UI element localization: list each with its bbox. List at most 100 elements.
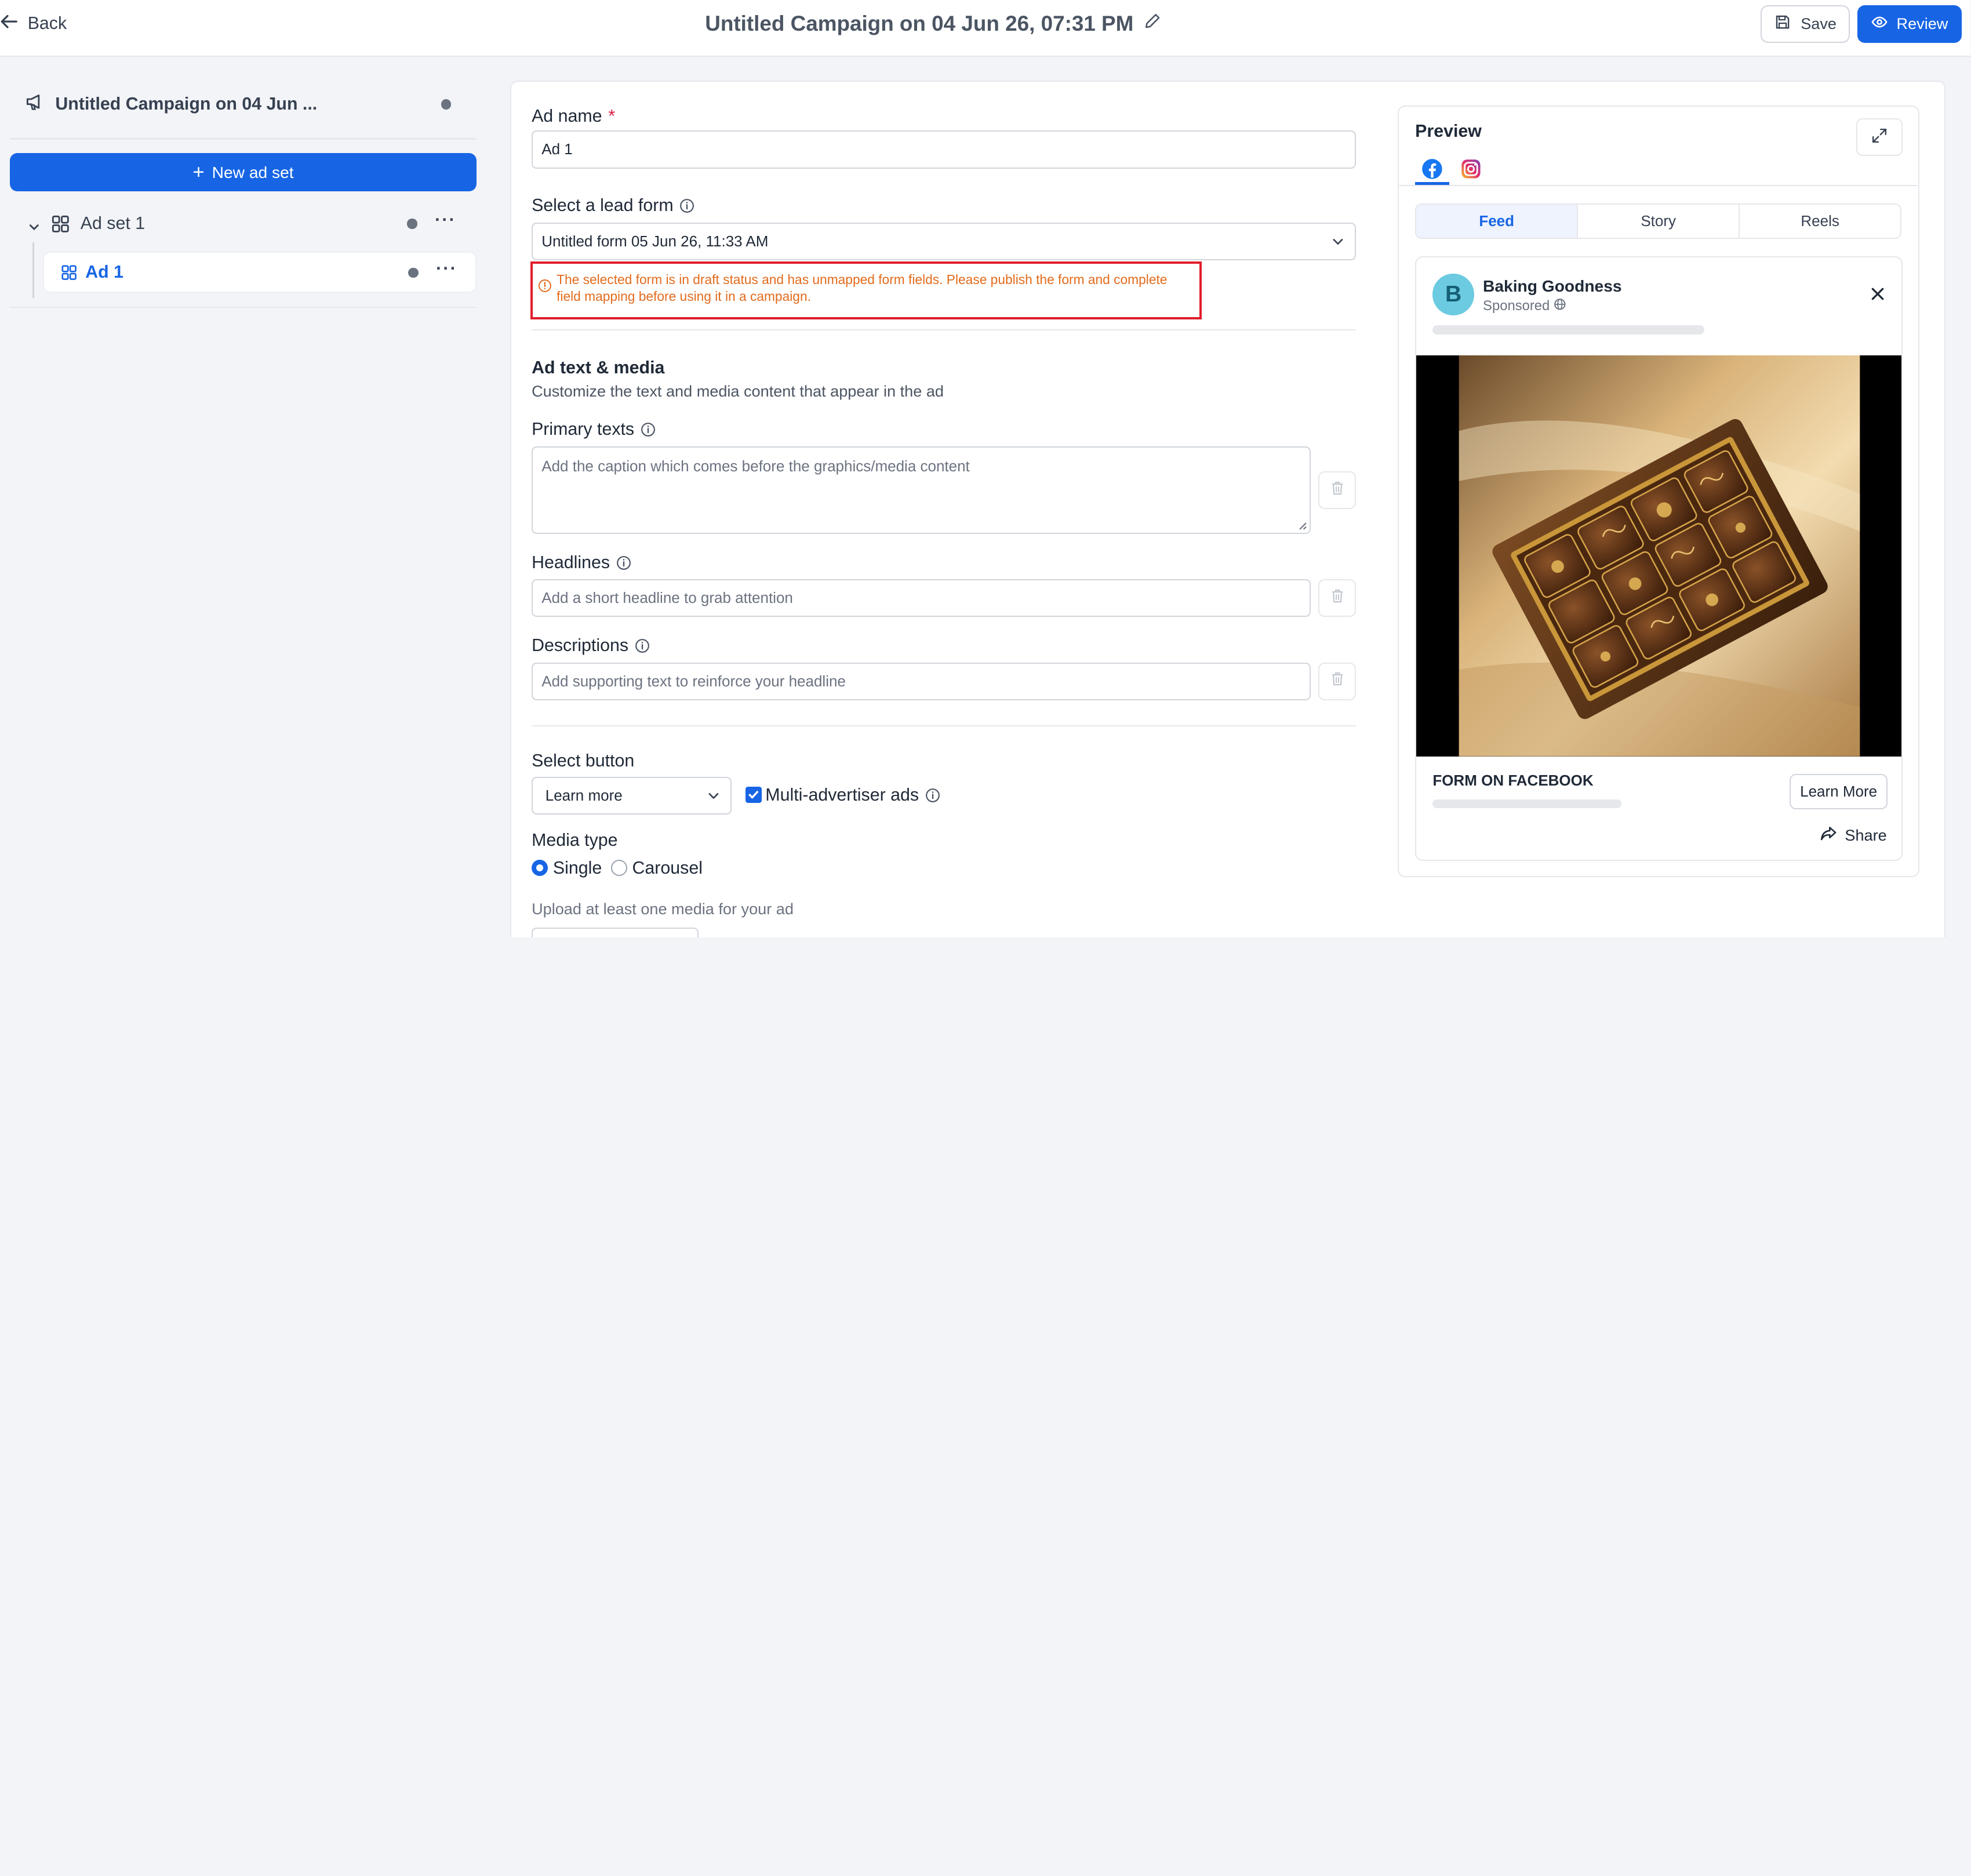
sidebar-item-ad[interactable]: Ad 1 ··· (42, 251, 477, 293)
select-button-label-text: Select button (532, 751, 635, 771)
media-type-label: Media type (532, 831, 617, 850)
more-options-icon[interactable]: ··· (435, 211, 456, 228)
sidebar-divider (10, 138, 477, 140)
review-button[interactable]: Review (1857, 5, 1962, 43)
pencil-icon[interactable] (1144, 12, 1161, 35)
lead-form-title: FORM ON FACEBOOK (1432, 771, 1594, 789)
expand-icon (1872, 126, 1887, 148)
upload-media-button[interactable] (532, 927, 699, 938)
sponsored-line: Sponsored (1483, 298, 1566, 315)
status-dot (408, 267, 419, 278)
review-label: Review (1896, 14, 1948, 33)
instagram-icon[interactable] (1460, 158, 1482, 180)
placement-tabs: Feed Story Reels (1415, 203, 1902, 239)
upload-hint: Upload at least one media for your ad (532, 900, 794, 918)
lead-form-value: Untitled form 05 Jun 26, 11:33 AM (541, 232, 769, 250)
sidebar-divider (10, 306, 477, 308)
more-options-icon[interactable]: ··· (436, 260, 457, 277)
multi-advertiser-checkbox[interactable] (745, 787, 762, 804)
multi-advertiser-label-text: Multi-advertiser ads (765, 786, 919, 805)
info-icon[interactable] (679, 198, 694, 213)
info-icon[interactable] (616, 555, 631, 570)
delete-description-button[interactable] (1318, 662, 1357, 700)
back-label: Back (27, 13, 67, 33)
lead-form-error-text: The selected form is in draft status and… (557, 271, 1168, 304)
preview-divider (1398, 184, 1918, 186)
save-label: Save (1801, 14, 1837, 33)
ad-text-media-subtitle: Customize the text and media content tha… (532, 382, 944, 401)
close-icon[interactable] (1870, 286, 1885, 301)
warning-circle-icon (538, 279, 551, 292)
resize-handle-icon[interactable] (1299, 522, 1307, 530)
status-dot (441, 99, 452, 110)
media-type-label-text: Media type (532, 831, 618, 850)
ad-text-media-title: Ad text & media (532, 358, 665, 377)
expand-preview-button[interactable] (1856, 118, 1903, 156)
tab-reels[interactable]: Reels (1739, 205, 1900, 238)
media-carousel-radio[interactable] (610, 859, 627, 877)
info-icon[interactable] (635, 638, 650, 653)
section-divider (532, 329, 1357, 331)
headlines-label: Headlines (532, 553, 631, 573)
chevron-down-icon[interactable] (28, 216, 41, 239)
media-carousel-label: Carousel (632, 858, 703, 878)
floppy-disk-icon (1774, 14, 1791, 34)
sponsored-label: Sponsored (1483, 297, 1550, 314)
grid-icon (60, 264, 78, 286)
text-placeholder-bar (1432, 325, 1704, 335)
lead-form-label-text: Select a lead form (532, 196, 674, 216)
primary-texts-placeholder: Add the caption which comes before the g… (541, 457, 970, 475)
share-icon (1820, 824, 1837, 846)
headline-input[interactable]: Add a short headline to grab attention (532, 579, 1311, 617)
descriptions-label-text: Descriptions (532, 636, 629, 655)
new-ad-set-button[interactable]: + New ad set (10, 153, 477, 191)
globe-icon (1554, 298, 1566, 315)
save-button[interactable]: Save (1761, 5, 1850, 43)
sidebar-item-ad-set[interactable]: Ad set 1 ··· (25, 210, 476, 238)
descriptions-label: Descriptions (532, 636, 650, 656)
share-button[interactable]: Share (1820, 824, 1887, 846)
ad-post-preview: B Baking Goodness Sponsored FORM ON FACE… (1415, 256, 1903, 861)
text-placeholder-bar (1432, 799, 1621, 808)
top-bar: Back Untitled Campaign on 04 Jun 26, 07:… (0, 0, 1971, 57)
ad-name-label-text: Ad name (532, 107, 602, 126)
avatar: B (1432, 274, 1474, 315)
primary-texts-label-text: Primary texts (532, 420, 635, 439)
trash-icon (1329, 670, 1345, 693)
info-icon[interactable] (641, 422, 656, 437)
lead-form-error-box: The selected form is in draft status and… (530, 261, 1202, 319)
arrow-left-icon (0, 13, 17, 35)
headlines-label-text: Headlines (532, 552, 610, 572)
chevron-down-icon (708, 793, 718, 799)
tree-line (32, 242, 34, 298)
sidebar-campaign-item[interactable]: Untitled Campaign on 04 Jun ... (25, 90, 459, 118)
megaphone-icon (25, 92, 45, 117)
delete-headline-button[interactable] (1318, 579, 1357, 617)
facebook-icon[interactable] (1421, 158, 1443, 180)
page-title: Untitled Campaign on 04 Jun 26, 07:31 PM (705, 11, 1134, 35)
ad-name-input[interactable]: Ad 1 (532, 130, 1357, 169)
ad-name-label: Ad name * (532, 107, 615, 126)
lead-form-select[interactable]: Untitled form 05 Jun 26, 11:33 AM (532, 222, 1357, 260)
learn-more-button[interactable]: Learn More (1790, 774, 1888, 810)
ad-label: Ad 1 (85, 262, 123, 282)
ad-set-label: Ad set 1 (80, 213, 146, 233)
tab-story[interactable]: Story (1577, 205, 1739, 238)
trash-icon (1329, 587, 1345, 609)
tab-feed[interactable]: Feed (1416, 205, 1577, 238)
primary-texts-textarea[interactable]: Add the caption which comes before the g… (532, 446, 1311, 535)
grid-icon (50, 214, 71, 239)
chevron-down-icon (1333, 239, 1343, 245)
cta-button-select[interactable]: Learn more (532, 776, 732, 815)
delete-primary-text-button[interactable] (1318, 471, 1357, 510)
primary-texts-label: Primary texts (532, 420, 656, 439)
required-mark: * (608, 107, 616, 126)
back-button[interactable]: Back (0, 13, 67, 35)
share-label: Share (1845, 826, 1887, 844)
plus-icon: + (192, 161, 205, 183)
check-icon (748, 791, 758, 799)
info-icon[interactable] (925, 788, 940, 803)
new-ad-set-label: New ad set (212, 162, 294, 181)
section-divider (532, 725, 1357, 727)
description-input[interactable]: Add supporting text to reinforce your he… (532, 662, 1311, 700)
